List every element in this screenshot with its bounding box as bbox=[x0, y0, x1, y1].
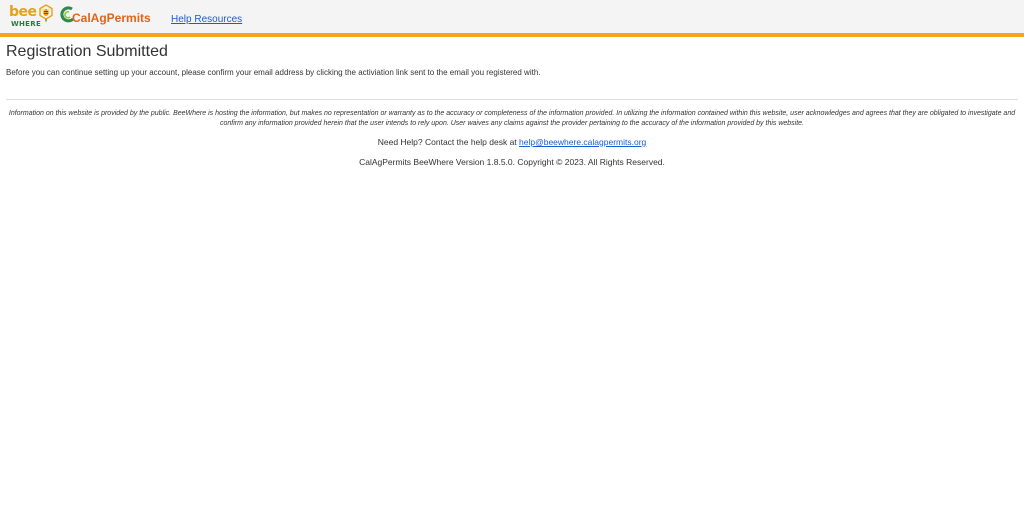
page-title: Registration Submitted bbox=[6, 43, 168, 60]
footer-divider bbox=[6, 99, 1018, 100]
disclaimer-text: Information on this website is provided … bbox=[8, 110, 1016, 127]
main-content: Registration Submitted Before you can co… bbox=[0, 42, 1024, 168]
bee-icon bbox=[39, 4, 53, 22]
confirmation-message: Before you can continue setting up your … bbox=[6, 68, 541, 77]
help-desk-line: Need Help? Contact the help desk at help… bbox=[6, 136, 1018, 148]
help-desk-prefix: Need Help? Contact the help desk at bbox=[377, 137, 520, 147]
beewhere-logo[interactable]: bee WHERE bbox=[9, 3, 55, 30]
beewhere-logo-where-text: WHERE bbox=[11, 20, 42, 28]
help-desk-email-link[interactable]: help@beewhere.calagpermits.org bbox=[519, 137, 646, 147]
calagpermits-logo[interactable]: CalAgPermits bbox=[60, 6, 155, 26]
help-resources-link[interactable]: Help Resources bbox=[171, 14, 242, 26]
calagpermits-logo-text: CalAgPermits bbox=[72, 11, 151, 25]
top-navbar: bee WHERE CalAgPermits Help Resources bbox=[0, 0, 1024, 37]
beewhere-logo-bee-text: bee bbox=[9, 4, 37, 20]
copyright-text: CalAgPermits BeeWhere Version 1.8.5.0. C… bbox=[359, 157, 665, 167]
